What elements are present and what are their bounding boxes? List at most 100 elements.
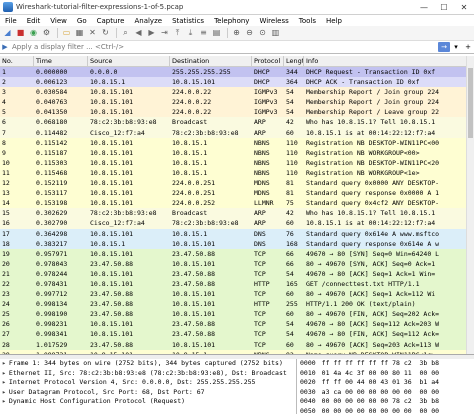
- go-to-packet-icon[interactable]: ⇥: [159, 28, 170, 39]
- packet-row[interactable]: 12 0.152119 10.8.15.101 224.0.0.251 MDNS 81 St…: [0, 178, 474, 189]
- menu-statistics[interactable]: Statistics: [167, 17, 209, 25]
- packet-row[interactable]: 19 0.957971 10.8.15.101 23.47.50.88 TCP 66 496…: [0, 248, 474, 259]
- hex-row[interactable]: 0020 ff ff 00 44 00 43 01 36 b1 a4: [297, 378, 474, 388]
- maximize-button[interactable]: ☐: [434, 3, 454, 12]
- menu-file[interactable]: File: [0, 17, 22, 25]
- detail-tree-item[interactable]: ▸ User Datagram Protocol, Src Port: 68, D…: [0, 388, 296, 398]
- packet-protocol: TCP: [254, 340, 266, 349]
- go-back-icon[interactable]: ◀: [133, 28, 144, 39]
- packet-row[interactable]: 1 0.000000 0.0.0.0 255.255.255.255 DHCP 344 DH…: [0, 67, 474, 78]
- hex-row[interactable]: 0040 00 00 00 00 00 00 78 c2 3b b8: [297, 397, 474, 407]
- hex-row[interactable]: 0010 01 4a 4c 3f 00 00 80 11 00 00: [297, 369, 474, 379]
- packet-row[interactable]: 17 0.364298 10.8.15.101 10.8.15.1 DNS 76 Stand…: [0, 228, 474, 239]
- hex-row[interactable]: 0050 00 00 00 00 00 00 00 00 00 00: [297, 407, 474, 414]
- close-button[interactable]: ✕: [454, 3, 474, 12]
- packet-list-scrollbar[interactable]: [466, 56, 474, 354]
- menu-capture[interactable]: Capture: [92, 17, 130, 25]
- column-header-length[interactable]: Length: [284, 56, 304, 66]
- packet-destination: 23.47.50.88: [172, 279, 216, 288]
- go-forward-icon[interactable]: ▶: [146, 28, 157, 39]
- column-header-source[interactable]: Source: [88, 56, 170, 66]
- detail-tree-item[interactable]: ▸ Frame 1: 344 bytes on wire (2752 bits),…: [0, 359, 296, 369]
- packet-row[interactable]: 22 0.978431 10.8.15.101 23.47.50.88 HTTP 165 G…: [0, 278, 474, 290]
- resize-columns-icon[interactable]: ▥: [270, 28, 281, 39]
- zoom-out-icon[interactable]: ⊖: [244, 28, 255, 39]
- column-header-protocol[interactable]: Protocol: [252, 56, 284, 66]
- packet-row[interactable]: 5 0.041350 10.8.15.101 224.0.0.22 IGMPv3 54 Me…: [0, 107, 474, 118]
- packet-row[interactable]: 27 0.998341 10.8.15.101 23.47.50.88 TCP 54 496…: [0, 329, 474, 340]
- packet-row[interactable]: 21 0.978244 10.8.15.101 23.47.50.88 TCP 54 496…: [0, 268, 474, 279]
- packet-row[interactable]: 26 0.998231 10.8.15.101 23.47.50.88 TCP 54 496…: [0, 319, 474, 330]
- menu-analyze[interactable]: Analyze: [129, 17, 167, 25]
- detail-tree-item[interactable]: ▸ Dynamic Host Configuration Protocol (Re…: [0, 397, 296, 407]
- add-filter-button[interactable]: +: [462, 42, 474, 52]
- packet-row[interactable]: 7 0.114482 Cisco_12:f7:a4 78:c2:3b:b8:93:e8…: [0, 127, 474, 138]
- restart-capture-icon[interactable]: ◉: [28, 28, 39, 39]
- menu-telephony[interactable]: Telephony: [209, 17, 254, 25]
- zoom-in-icon[interactable]: ⊕: [231, 28, 242, 39]
- packet-time: 0.006123: [36, 78, 68, 87]
- menu-edit[interactable]: Edit: [22, 17, 46, 25]
- packet-row[interactable]: 10 0.115303 10.8.15.101 10.8.15.1 NBNS 110 Reg…: [0, 157, 474, 168]
- shark-fin-start-icon[interactable]: ◢: [2, 28, 13, 39]
- packet-row[interactable]: 15 0.302629 78:c2:3b:b8:93:e8 Broadcast ARP 4…: [0, 208, 474, 219]
- column-header-no[interactable]: No.: [0, 56, 34, 66]
- menu-go[interactable]: Go: [72, 17, 92, 25]
- packet-row[interactable]: 28 1.017529 23.47.50.88 10.8.15.101 TCP 60 80 …: [0, 339, 474, 350]
- packet-row[interactable]: 25 0.998190 23.47.50.88 10.8.15.101 TCP 60 80 …: [0, 309, 474, 320]
- menu-wireless[interactable]: Wireless: [254, 17, 293, 25]
- packet-row[interactable]: 24 0.998134 23.47.50.88 10.8.15.101 HTTP 255 H…: [0, 299, 474, 310]
- packet-no: 16: [2, 219, 10, 228]
- menu-help[interactable]: Help: [321, 17, 347, 25]
- packet-row[interactable]: 6 0.068180 78:c2:3b:b8:93:e8 Broadcast ARP 42…: [0, 117, 474, 128]
- open-file-icon[interactable]: ▭: [61, 28, 72, 39]
- packet-row[interactable]: 8 0.115142 10.8.15.101 10.8.15.1 NBNS 110 Regi…: [0, 137, 474, 148]
- first-packet-icon[interactable]: ⤒: [172, 28, 183, 39]
- packet-row[interactable]: 4 0.040763 10.8.15.101 224.0.0.22 IGMPv3 54 Me…: [0, 97, 474, 108]
- menu-tools[interactable]: Tools: [294, 17, 321, 25]
- minimize-button[interactable]: —: [414, 3, 434, 12]
- expand-arrow-icon[interactable]: ▸: [2, 388, 6, 396]
- stop-capture-icon[interactable]: ■: [15, 28, 26, 39]
- hex-row[interactable]: 0030 a3 ca 00 00 00 00 00 00 00 00: [297, 388, 474, 398]
- column-header-info[interactable]: Info: [304, 56, 474, 66]
- menu-view[interactable]: View: [45, 17, 72, 25]
- packet-row[interactable]: 18 0.383217 10.8.15.1 10.8.15.101 DNS 168 Stan…: [0, 238, 474, 249]
- packet-row[interactable]: 2 0.006123 10.8.15.1 10.8.15.101 DHCP 364 DHCP…: [0, 77, 474, 88]
- expand-arrow-icon[interactable]: ▸: [2, 369, 6, 377]
- packet-row[interactable]: 14 0.153198 10.8.15.101 224.0.0.252 LLMNR 75 S…: [0, 198, 474, 209]
- filter-dropdown-button[interactable]: ▾: [450, 42, 462, 52]
- last-packet-icon[interactable]: ⤓: [185, 28, 196, 39]
- colorize-icon[interactable]: ▤: [211, 28, 222, 39]
- packet-row[interactable]: 13 0.153117 10.8.15.101 224.0.0.251 MDNS 81 St…: [0, 188, 474, 199]
- packet-row[interactable]: 16 0.302790 Cisco_12:f7:a4 78:c2:3b:b8:93:e…: [0, 218, 474, 229]
- display-filter-input[interactable]: [10, 42, 438, 52]
- packet-row[interactable]: 20 0.978043 23.47.50.88 10.8.15.101 TCP 66 80 …: [0, 258, 474, 269]
- detail-tree-item[interactable]: ▸ Internet Protocol Version 4, Src: 0.0.0…: [0, 378, 296, 388]
- save-file-icon[interactable]: ▦: [74, 28, 85, 39]
- packet-row[interactable]: 3 0.030584 10.8.15.101 224.0.0.22 IGMPv3 54 Me…: [0, 87, 474, 98]
- expand-arrow-icon[interactable]: ▸: [2, 359, 6, 367]
- packet-row[interactable]: 9 0.115187 10.8.15.101 10.8.15.1 NBNS 110 Regi…: [0, 147, 474, 158]
- packet-row[interactable]: 23 0.997712 23.47.50.88 10.8.15.101 TCP 60 80 …: [0, 289, 474, 300]
- detail-tree-item[interactable]: ▸ Ethernet II, Src: 78:c2:3b:b8:93:e8 (78…: [0, 369, 296, 379]
- column-header-time[interactable]: Time: [34, 56, 88, 66]
- expand-arrow-icon[interactable]: ▸: [2, 397, 6, 405]
- packet-protocol: DNS: [254, 229, 266, 238]
- packet-row[interactable]: 11 0.115468 10.8.15.101 10.8.15.1 NBNS 110 Reg…: [0, 167, 474, 179]
- apply-filter-button[interactable]: →: [438, 42, 450, 52]
- scrollbar-thumb[interactable]: [468, 68, 473, 138]
- packet-protocol: TCP: [254, 269, 266, 278]
- expand-arrow-icon[interactable]: ▸: [2, 378, 6, 386]
- filter-bookmark-icon[interactable]: ▶: [0, 43, 10, 51]
- reload-icon[interactable]: ↻: [100, 28, 111, 39]
- close-file-icon[interactable]: ✕: [87, 28, 98, 39]
- normal-size-icon[interactable]: ⊙: [257, 28, 268, 39]
- detail-text: Internet Protocol Version 4, Src: 0.0.0.…: [8, 378, 256, 387]
- hex-row[interactable]: 0000 ff ff ff ff ff ff 78 c2 3b b8: [297, 359, 474, 369]
- packet-time: 0.302790: [36, 219, 68, 228]
- column-header-destination[interactable]: Destination: [170, 56, 252, 66]
- capture-options-icon[interactable]: ⚙: [41, 28, 52, 39]
- find-packet-icon[interactable]: ⌕: [120, 28, 131, 39]
- auto-scroll-icon[interactable]: ≡: [198, 28, 209, 39]
